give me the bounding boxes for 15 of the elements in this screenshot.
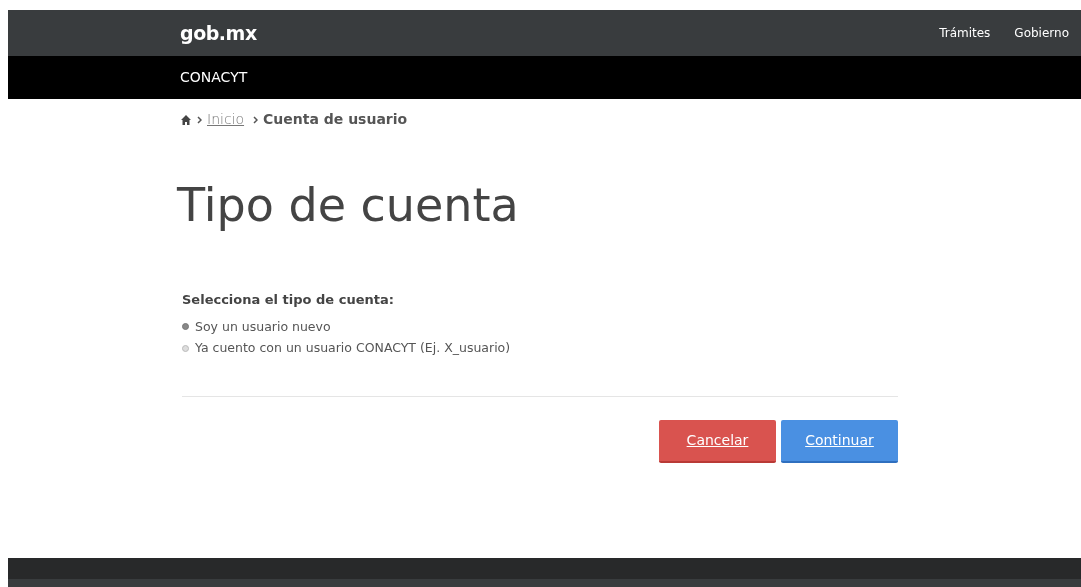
radio-button[interactable]: [182, 323, 189, 331]
nav-link[interactable]: Trámites: [939, 24, 991, 42]
home-icon[interactable]: [180, 113, 192, 126]
breadcrumb-link[interactable]: Inicio: [207, 109, 245, 130]
radio-option[interactable]: Soy un usuario nuevo: [182, 317, 1081, 337]
breadcrumb-current: Cuenta de usuario: [263, 110, 408, 129]
radio-option[interactable]: Ya cuento con un usuario CONACYT (Ej. X_usuario): [182, 339, 1081, 358]
nav-link[interactable]: Gobierno: [1014, 24, 1069, 42]
chevron-icon: [253, 115, 259, 124]
site-title: CONACYT: [180, 68, 248, 87]
site-logo[interactable]: gob.mx: [180, 18, 257, 48]
chevron-icon: [197, 115, 202, 124]
cancel-button[interactable]: Cancelar: [659, 420, 776, 463]
radio-button[interactable]: [182, 345, 189, 353]
form-label: Selecciona el tipo de cuenta:: [181, 291, 395, 309]
